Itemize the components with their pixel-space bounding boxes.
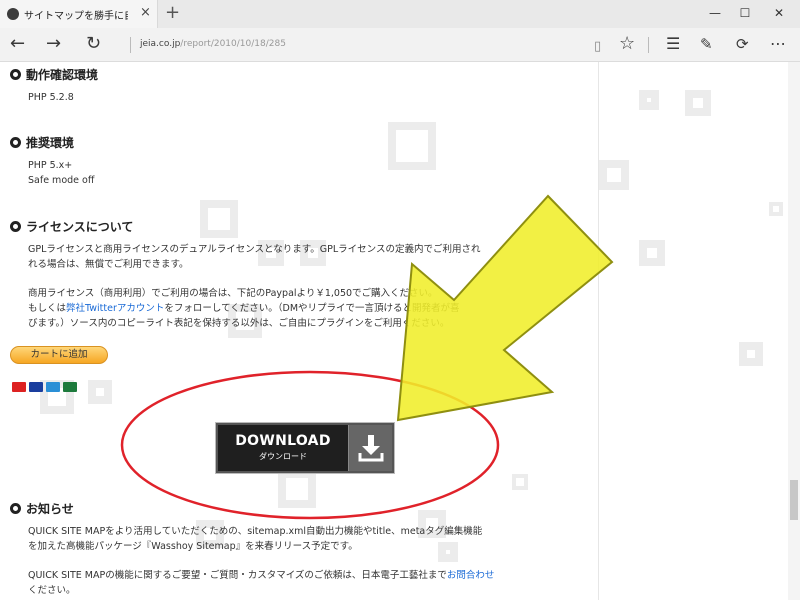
- page-content: 動作確認環境 PHP 5.2.8 推奨環境 PHP 5.x+ Safe mode…: [0, 62, 598, 600]
- license-text: 商用ライセンス（商用利用）でご利用の場合は、下記のPaypalより￥1,050で…: [28, 288, 438, 299]
- news-text: QUICK SITE MAPの機能に関するご要望・ご質問・カスタマイズのご依頼は…: [28, 570, 495, 581]
- bullet-icon: [10, 69, 21, 80]
- address-divider: [130, 37, 131, 53]
- share-icon[interactable]: ⟳: [736, 34, 749, 54]
- jcb-icon: [63, 382, 77, 392]
- more-icon[interactable]: ⋯: [770, 34, 786, 54]
- license-text: れる場合は、無償でご利用できます。: [28, 259, 189, 270]
- news-text: を加えた高機能パッケージ『Wasshoy Sitemap』を来春リリース予定です…: [28, 541, 358, 552]
- download-sublabel: ダウンロード: [259, 452, 307, 461]
- decor-square: [739, 342, 763, 366]
- news-text: ください。: [28, 585, 76, 596]
- section-heading-recommended: 推奨環境: [10, 134, 74, 151]
- license-text: もしくは弊社Twitterアカウントをフォローしてください。（DMやリプライで一…: [28, 303, 460, 314]
- decor-square: [438, 542, 458, 562]
- window-close-button[interactable]: ✕: [764, 4, 794, 22]
- decor-square: [639, 90, 659, 110]
- toolbar-divider: [648, 37, 649, 53]
- close-tab-icon[interactable]: ×: [140, 6, 151, 20]
- decor-square: [388, 122, 436, 170]
- hub-icon[interactable]: ☰: [666, 34, 680, 54]
- decor-square: [639, 240, 665, 266]
- decor-square: [278, 470, 316, 508]
- minimize-button[interactable]: —: [700, 4, 730, 22]
- amex-icon: [46, 382, 60, 392]
- decor-square: [685, 90, 711, 116]
- maximize-button[interactable]: ☐: [730, 4, 760, 22]
- navigation-bar: ← → ↻ jeia.co.jp/report/2010/10/18/285 ▯…: [0, 28, 800, 62]
- contact-link[interactable]: お問合わせ: [447, 570, 495, 581]
- section-heading-news: お知らせ: [10, 500, 74, 517]
- section-heading-license: ライセンスについて: [10, 218, 133, 235]
- scrollbar-thumb[interactable]: [790, 480, 798, 520]
- decor-square: [88, 380, 112, 404]
- section-heading-env: 動作確認環境: [10, 66, 98, 83]
- favorite-star-icon[interactable]: ☆: [619, 34, 635, 54]
- card-logos: [12, 377, 80, 392]
- download-icon: [348, 425, 392, 471]
- news-text: QUICK SITE MAPをより活用していただくための、sitemap.xml…: [28, 526, 483, 537]
- right-sidebar: [598, 62, 800, 600]
- bullet-icon: [10, 137, 21, 148]
- decor-square: [599, 160, 629, 190]
- license-text: びます。）ソース内のコピーライト表記を保持する以外は、ご自由にプラグインをご利用…: [28, 318, 450, 329]
- bullet-icon: [10, 503, 21, 514]
- forward-icon[interactable]: →: [46, 34, 61, 54]
- url-domain: jeia.co.jp: [140, 39, 181, 49]
- back-icon[interactable]: ←: [10, 34, 25, 54]
- download-button[interactable]: DOWNLOAD ダウンロード: [216, 423, 394, 473]
- decor-square: [200, 200, 238, 238]
- url-path: /report/2010/10/18/285: [180, 39, 286, 49]
- web-note-icon[interactable]: ✎: [700, 34, 713, 54]
- visa-icon: [29, 382, 43, 392]
- env-text: PHP 5.2.8: [28, 92, 74, 103]
- tab-title: サイトマップを勝手に自動作: [24, 11, 128, 22]
- bullet-icon: [10, 221, 21, 232]
- new-tab-icon[interactable]: +: [165, 3, 180, 23]
- download-text: DOWNLOAD ダウンロード: [218, 433, 348, 462]
- download-label: DOWNLOAD: [235, 433, 331, 449]
- rec-text-php: PHP 5.x+: [28, 160, 73, 171]
- decor-square: [769, 202, 783, 216]
- mastercard-icon: [12, 382, 26, 392]
- add-to-cart-button[interactable]: カートに追加: [10, 346, 108, 364]
- license-text: GPLライセンスと商用ライセンスのデュアルライセンスとなります。GPLライセンス…: [28, 244, 481, 255]
- rec-text-safemode: Safe mode off: [28, 175, 95, 186]
- twitter-link[interactable]: 弊社Twitterアカウント: [66, 303, 164, 314]
- browser-tab[interactable]: サイトマップを勝手に自動作 ×: [0, 0, 158, 28]
- address-bar[interactable]: jeia.co.jp/report/2010/10/18/285: [140, 39, 286, 49]
- reading-view-icon[interactable]: ▯: [594, 37, 601, 57]
- tab-bar: サイトマップを勝手に自動作 × + — ☐ ✕: [0, 0, 800, 28]
- decor-square: [512, 474, 528, 490]
- refresh-icon[interactable]: ↻: [86, 34, 101, 54]
- favicon-icon: [7, 8, 19, 20]
